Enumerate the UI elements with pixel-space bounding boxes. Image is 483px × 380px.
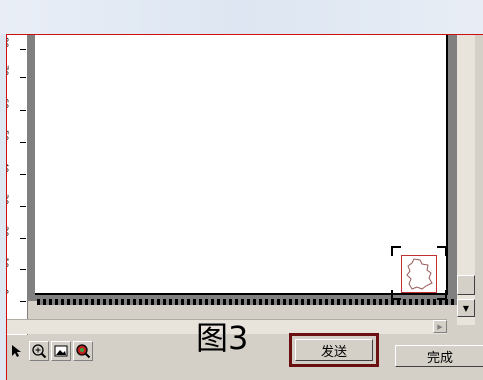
ruler-tick (20, 77, 26, 78)
ruler-tick (20, 110, 26, 111)
selection-corner (437, 246, 447, 256)
ruler-label: 60 (7, 98, 9, 109)
map-thumbnail (401, 255, 437, 293)
ruler-label: 0 (7, 289, 9, 299)
send-button[interactable]: 发送 (295, 339, 373, 361)
scroll-down-arrow-icon[interactable]: ▼ (457, 299, 475, 317)
vertical-scroll-thumb[interactable] (457, 275, 475, 295)
fit-page-icon[interactable] (51, 341, 71, 361)
ruler-tick (20, 301, 26, 302)
preview-toolbar (7, 341, 147, 365)
selected-object[interactable] (391, 246, 447, 300)
send-button-outline: 发送 (289, 333, 379, 367)
vertical-scrollbar[interactable]: ▼ (457, 35, 475, 325)
ruler-label: 10 (7, 257, 9, 268)
ruler-tick (20, 206, 26, 207)
ruler-label: 80 (7, 37, 9, 48)
zoom-in-icon[interactable] (29, 341, 49, 361)
pointer-icon[interactable] (7, 341, 27, 361)
ruler-tick (20, 142, 26, 143)
ruler-tick (20, 238, 26, 239)
background-band (0, 0, 483, 34)
selection-corner (391, 246, 401, 256)
ruler-tick (20, 269, 26, 270)
ruler-label: 50 (7, 130, 9, 141)
ruler-label: 70 (7, 65, 9, 76)
print-page[interactable] (35, 35, 448, 295)
scroll-right-arrow-icon[interactable]: ▶ (433, 320, 447, 333)
zoom-view-icon[interactable] (73, 341, 93, 361)
map-outline-icon (406, 258, 433, 290)
ruler-tick (20, 174, 26, 175)
done-button[interactable]: 完成 (395, 345, 483, 367)
ruler-label: 20 (7, 226, 9, 237)
figure-caption: 图3 (196, 319, 249, 357)
ruler-label: 30 (7, 194, 9, 205)
selection-corner (391, 290, 401, 300)
ruler-label: 40 (7, 162, 9, 173)
ruler-tick (20, 49, 26, 50)
vertical-ruler: 80 70 60 50 40 30 20 10 0 (7, 35, 28, 335)
selection-corner (437, 290, 447, 300)
